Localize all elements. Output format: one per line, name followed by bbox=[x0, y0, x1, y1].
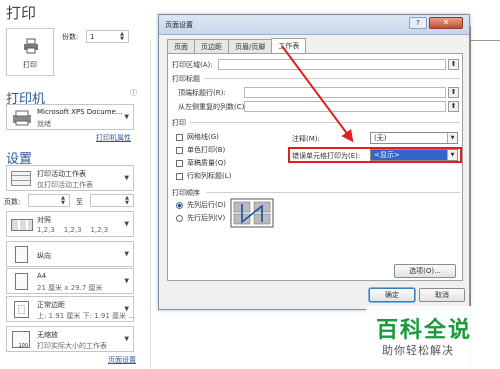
watermark-title: 百科全说 bbox=[376, 318, 473, 343]
watermark: 百科全说 助你轻松解决 bbox=[366, 306, 500, 369]
watermark-subtitle: 助你轻松解决 bbox=[382, 344, 454, 357]
